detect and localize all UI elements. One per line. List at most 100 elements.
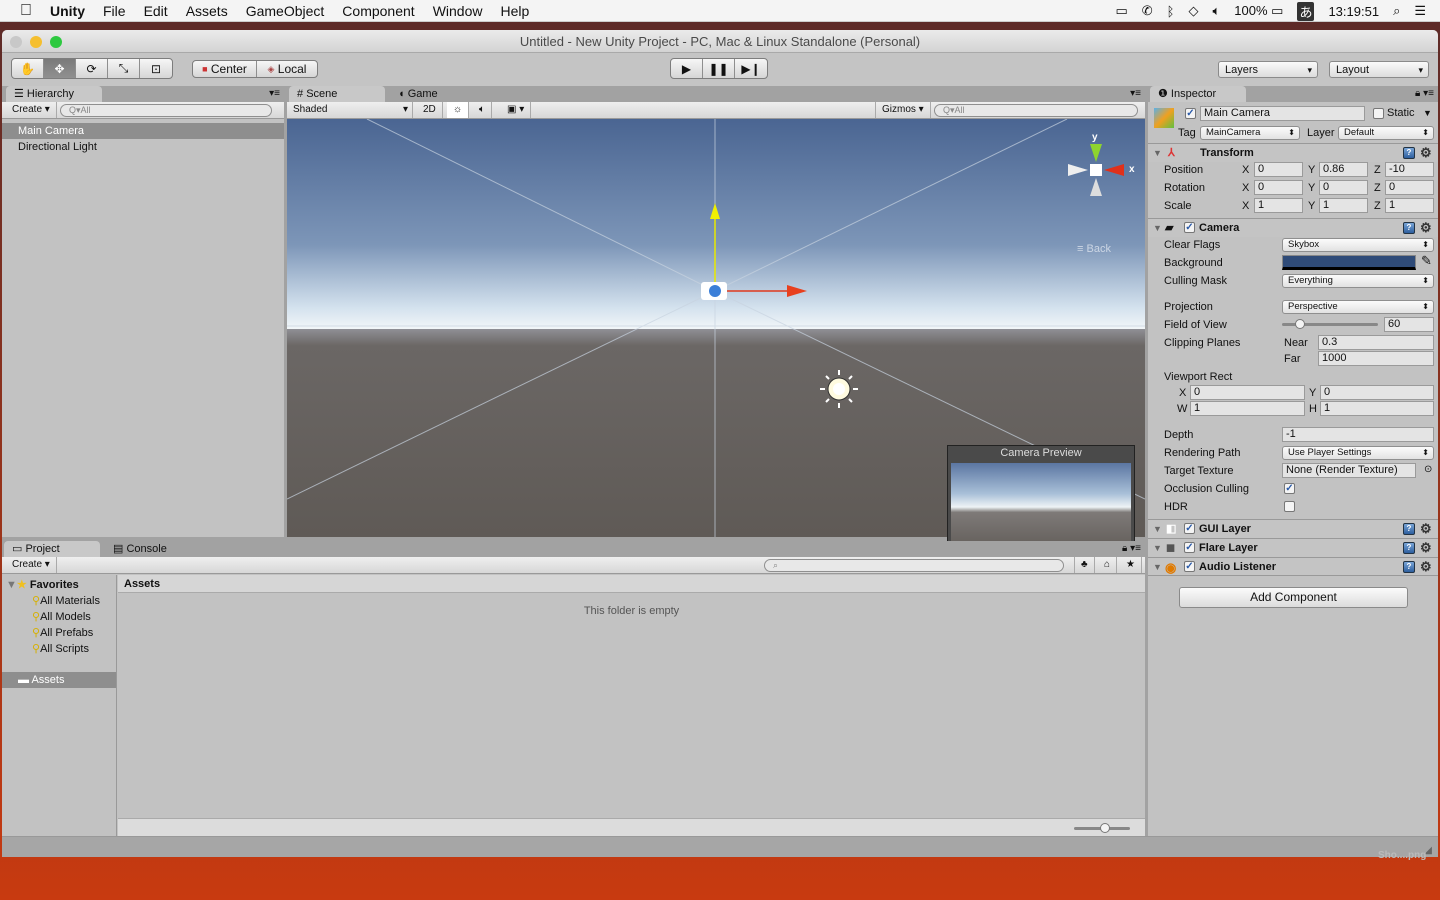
pivot-local-button[interactable]: ◈ Local	[257, 61, 317, 77]
projection-dropdown[interactable]: Perspective	[1282, 300, 1434, 314]
rotate-tool-icon[interactable]: ⟳	[76, 59, 108, 78]
zoom-button[interactable]	[50, 36, 62, 48]
tab-game[interactable]: ◖ Game	[390, 86, 470, 102]
menu-help[interactable]: Help	[491, 3, 538, 19]
menu-edit[interactable]: Edit	[135, 3, 177, 19]
transform-header[interactable]: ▼ ⅄ Transform ? ⚙	[1148, 143, 1438, 162]
position-y-input[interactable]: 0.86	[1319, 162, 1368, 177]
create-dropdown[interactable]: Create ▾	[6, 557, 57, 573]
menu-component[interactable]: Component	[333, 3, 423, 19]
battery-icon[interactable]: ▭	[1271, 3, 1283, 18]
static-dropdown-icon[interactable]: ▼	[1423, 106, 1432, 120]
gear-icon[interactable]: ⚙	[1420, 146, 1432, 159]
hierarchy-search-input[interactable]: Q▾All	[60, 104, 272, 117]
lock-icon[interactable]: 🔒︎ ▾≡	[1415, 88, 1434, 99]
minimize-button[interactable]	[30, 36, 42, 48]
bluetooth-icon[interactable]: ᛒ	[1167, 4, 1175, 19]
camera-enabled-checkbox[interactable]: ✓	[1184, 222, 1195, 233]
hierarchy-item[interactable]: Directional Light	[2, 139, 284, 155]
move-tool-icon[interactable]: ✥	[44, 59, 76, 78]
object-picker-icon[interactable]: ⊙	[1424, 463, 1432, 477]
occlusion-culling-checkbox[interactable]: ✓	[1284, 483, 1295, 494]
panel-menu-icon[interactable]: ▾≡	[1130, 88, 1141, 99]
view-mode-label[interactable]: ≡ Back	[1077, 243, 1111, 255]
help-icon[interactable]: ?	[1403, 561, 1415, 573]
rotation-y-input[interactable]: 0	[1319, 180, 1368, 195]
search-by-type-icon[interactable]: ♣	[1074, 557, 1095, 573]
help-icon[interactable]: ?	[1403, 542, 1415, 554]
scene-audio-icon[interactable]: 🔈︎	[473, 102, 492, 118]
menu-window[interactable]: Window	[424, 3, 492, 19]
favorite-item[interactable]: ⚲All Materials	[2, 593, 116, 609]
pivot-center-button[interactable]: ■ Center	[193, 61, 257, 77]
audio-listener-checkbox[interactable]: ✓	[1184, 561, 1195, 572]
input-method-icon[interactable]: あ	[1297, 1, 1315, 21]
hierarchy-item[interactable]: Main Camera	[2, 123, 284, 139]
camera-header[interactable]: ▼ ▰ ✓ Camera ? ⚙	[1148, 218, 1438, 237]
assets-folder[interactable]: ▬ Assets	[2, 672, 116, 688]
fov-input[interactable]: 60	[1384, 317, 1434, 332]
menu-assets[interactable]: Assets	[177, 3, 237, 19]
gear-icon[interactable]: ⚙	[1420, 541, 1432, 554]
panel-menu-icon[interactable]: ▾≡	[269, 88, 280, 99]
viewport-w-input[interactable]: 1	[1190, 401, 1305, 416]
clock[interactable]: 13:19:51	[1328, 4, 1379, 19]
scale-z-input[interactable]: 1	[1385, 198, 1434, 213]
favorites-star-icon[interactable]: ★	[1120, 557, 1142, 573]
culling-mask-dropdown[interactable]: Everything	[1282, 274, 1434, 288]
flare-layer-checkbox[interactable]: ✓	[1184, 542, 1195, 553]
hand-tool-icon[interactable]: ✋	[12, 59, 44, 78]
rotation-z-input[interactable]: 0	[1385, 180, 1434, 195]
tab-console[interactable]: ▤ Console	[105, 541, 185, 557]
audio-listener-header[interactable]: ▼ ◉ ✓ Audio Listener ? ⚙	[1148, 557, 1438, 576]
icon-size-slider-thumb[interactable]	[1100, 823, 1110, 833]
search-by-label-icon[interactable]: ⌂	[1098, 557, 1118, 573]
object-name-input[interactable]: Main Camera	[1200, 106, 1365, 121]
layout-dropdown[interactable]: Layout	[1329, 61, 1429, 78]
2d-toggle[interactable]: 2D	[417, 102, 443, 118]
tab-scene[interactable]: # Scene	[289, 86, 385, 102]
favorite-item[interactable]: ⚲All Scripts	[2, 641, 116, 657]
add-component-button[interactable]: Add Component	[1179, 587, 1408, 608]
active-checkbox[interactable]: ✓	[1185, 108, 1196, 119]
desktop-file-label[interactable]: Sho....png	[1378, 850, 1426, 861]
background-color-swatch[interactable]	[1282, 255, 1416, 270]
scene-search-input[interactable]: Q▾All	[934, 104, 1138, 117]
project-search-input[interactable]: ⌕	[764, 559, 1064, 572]
favorite-item[interactable]: ⚲All Prefabs	[2, 625, 116, 641]
viewport-y-input[interactable]: 0	[1320, 385, 1434, 400]
menu-file[interactable]: File	[94, 3, 135, 19]
depth-input[interactable]: -1	[1282, 427, 1434, 442]
rect-tool-icon[interactable]: ⊡	[140, 59, 172, 78]
scale-x-input[interactable]: 1	[1254, 198, 1303, 213]
spotlight-icon[interactable]: ⌕	[1393, 3, 1400, 19]
shading-mode-dropdown[interactable]: Shaded ▾	[287, 102, 413, 118]
gui-layer-header[interactable]: ▼ ◧ ✓ GUI Layer ? ⚙	[1148, 519, 1438, 538]
hdr-checkbox[interactable]	[1284, 501, 1295, 512]
help-icon[interactable]: ?	[1403, 147, 1415, 159]
scene-lighting-icon[interactable]: ☼	[447, 102, 470, 118]
rotation-x-input[interactable]: 0	[1254, 180, 1303, 195]
fov-slider-thumb[interactable]	[1295, 319, 1306, 329]
near-input[interactable]: 0.3	[1318, 335, 1434, 350]
close-button[interactable]	[10, 36, 22, 48]
phone-icon[interactable]: ✆	[1142, 3, 1153, 19]
clear-flags-dropdown[interactable]: Skybox	[1282, 238, 1434, 252]
position-x-input[interactable]: 0	[1254, 162, 1303, 177]
menu-unity[interactable]: Unity	[41, 3, 94, 19]
layer-dropdown[interactable]: Default	[1338, 126, 1434, 140]
menu-gameobject[interactable]: GameObject	[237, 3, 334, 19]
gui-layer-checkbox[interactable]: ✓	[1184, 523, 1195, 534]
step-button[interactable]: ▶❙	[735, 59, 767, 78]
panel-menu-icon[interactable]: 🔒︎ ▾≡	[1122, 543, 1141, 554]
eyedropper-icon[interactable]: ✎	[1421, 254, 1432, 268]
viewport-x-input[interactable]: 0	[1190, 385, 1305, 400]
scale-tool-icon[interactable]: ⤡	[108, 59, 140, 78]
viewport-h-input[interactable]: 1	[1320, 401, 1434, 416]
favorites-folder[interactable]: ▼★ Favorites	[2, 577, 116, 593]
scene-effects-icon[interactable]: ▣ ▾	[501, 102, 532, 118]
static-checkbox[interactable]	[1373, 108, 1384, 119]
apple-menu-icon[interactable]: 	[0, 2, 41, 20]
tag-dropdown[interactable]: MainCamera	[1200, 126, 1300, 140]
position-z-input[interactable]: -10	[1385, 162, 1434, 177]
